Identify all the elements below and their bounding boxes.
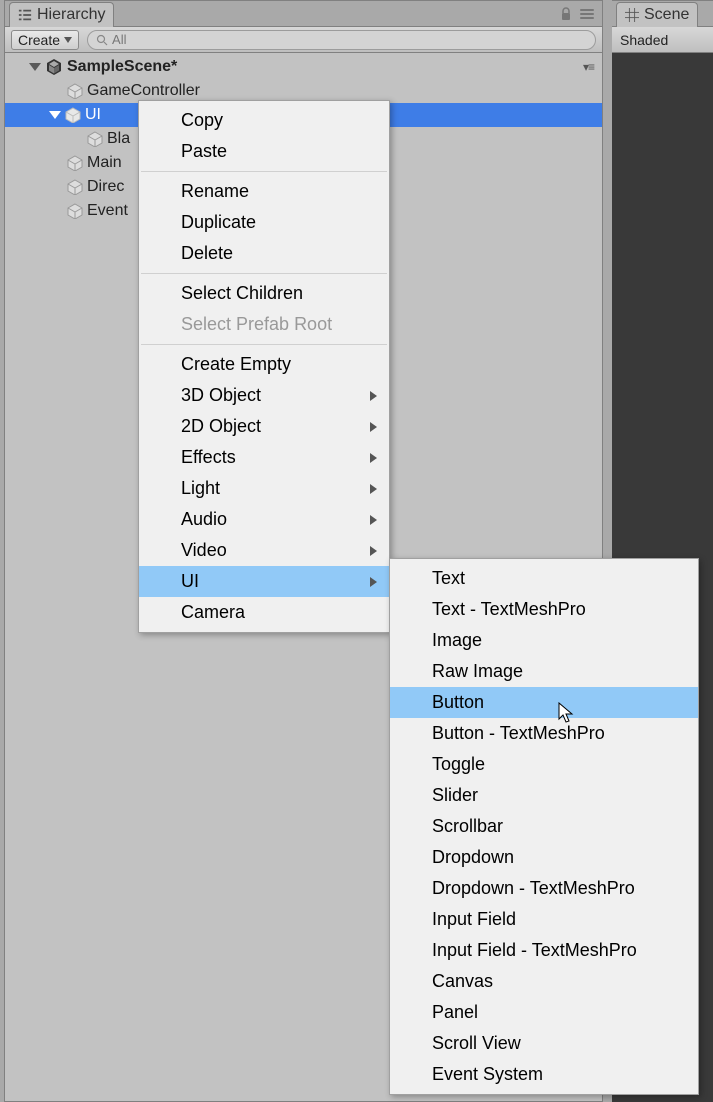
menu-create-empty[interactable]: Create Empty <box>139 349 389 380</box>
ui-submenu: Text Text - TextMeshPro Image Raw Image … <box>389 558 699 1095</box>
menu-separator <box>141 171 387 172</box>
menu-ui[interactable]: UI <box>139 566 389 597</box>
submenu-raw-image[interactable]: Raw Image <box>390 656 698 687</box>
submenu-text-tmp[interactable]: Text - TextMeshPro <box>390 594 698 625</box>
submenu-dropdown[interactable]: Dropdown <box>390 842 698 873</box>
tree-item-label: Direc <box>87 178 124 196</box>
submenu-scroll-view[interactable]: Scroll View <box>390 1028 698 1059</box>
submenu-canvas[interactable]: Canvas <box>390 966 698 997</box>
submenu-text[interactable]: Text <box>390 563 698 594</box>
menu-light[interactable]: Light <box>139 473 389 504</box>
tree-item-label: GameController <box>87 82 200 100</box>
hierarchy-tab[interactable]: Hierarchy <box>9 2 114 27</box>
gameobject-icon <box>65 107 81 123</box>
menu-copy[interactable]: Copy <box>139 105 389 136</box>
menu-3d-object[interactable]: 3D Object <box>139 380 389 411</box>
submenu-dropdown-tmp[interactable]: Dropdown - TextMeshPro <box>390 873 698 904</box>
menu-duplicate[interactable]: Duplicate <box>139 207 389 238</box>
gameobject-icon <box>67 179 83 195</box>
scene-tab-label: Scene <box>644 6 689 24</box>
submenu-input-field-tmp[interactable]: Input Field - TextMeshPro <box>390 935 698 966</box>
scene-row[interactable]: SampleScene* ▾≡ <box>5 55 602 79</box>
create-button[interactable]: Create <box>11 30 79 50</box>
panel-menu-icon[interactable] <box>580 8 594 20</box>
submenu-image[interactable]: Image <box>390 625 698 656</box>
shading-mode-label[interactable]: Shaded <box>620 32 668 48</box>
submenu-input-field[interactable]: Input Field <box>390 904 698 935</box>
foldout-icon[interactable] <box>29 63 41 71</box>
unity-icon <box>45 58 63 76</box>
menu-video[interactable]: Video <box>139 535 389 566</box>
menu-rename[interactable]: Rename <box>139 176 389 207</box>
submenu-arrow-icon <box>370 546 377 556</box>
hierarchy-tab-bar: Hierarchy <box>5 1 602 27</box>
submenu-arrow-icon <box>370 453 377 463</box>
scene-grid-icon <box>625 8 639 22</box>
tree-item-label: UI <box>85 106 101 124</box>
search-input[interactable]: All <box>87 30 596 50</box>
submenu-button[interactable]: Button <box>390 687 698 718</box>
chevron-down-icon <box>64 37 72 43</box>
hierarchy-toolbar: Create All <box>5 27 602 53</box>
context-menu: Copy Paste Rename Duplicate Delete Selec… <box>138 100 390 633</box>
submenu-arrow-icon <box>370 577 377 587</box>
foldout-icon[interactable] <box>49 111 61 119</box>
menu-audio[interactable]: Audio <box>139 504 389 535</box>
lock-icon[interactable] <box>560 7 572 21</box>
scene-name: SampleScene* <box>67 58 177 76</box>
menu-effects[interactable]: Effects <box>139 442 389 473</box>
submenu-event-system[interactable]: Event System <box>390 1059 698 1090</box>
submenu-button-tmp[interactable]: Button - TextMeshPro <box>390 718 698 749</box>
search-icon <box>96 34 108 46</box>
tree-item-label: Event <box>87 202 128 220</box>
search-placeholder: All <box>112 32 126 47</box>
submenu-toggle[interactable]: Toggle <box>390 749 698 780</box>
gameobject-icon <box>87 131 103 147</box>
submenu-arrow-icon <box>370 515 377 525</box>
submenu-slider[interactable]: Slider <box>390 780 698 811</box>
cursor-icon <box>558 702 576 724</box>
menu-separator <box>141 344 387 345</box>
menu-select-prefab-root: Select Prefab Root <box>139 309 389 340</box>
gameobject-icon <box>67 83 83 99</box>
submenu-panel[interactable]: Panel <box>390 997 698 1028</box>
menu-separator <box>141 273 387 274</box>
gameobject-icon <box>67 155 83 171</box>
hierarchy-icon <box>18 8 32 22</box>
submenu-arrow-icon <box>370 484 377 494</box>
menu-2d-object[interactable]: 2D Object <box>139 411 389 442</box>
tree-item-label: Bla <box>107 130 130 148</box>
scene-tab[interactable]: Scene <box>616 2 698 27</box>
hierarchy-tab-label: Hierarchy <box>37 6 105 24</box>
menu-delete[interactable]: Delete <box>139 238 389 269</box>
scene-options-icon[interactable]: ▾≡ <box>583 60 594 74</box>
submenu-arrow-icon <box>370 422 377 432</box>
hierarchy-tab-right <box>560 1 602 26</box>
menu-camera[interactable]: Camera <box>139 597 389 628</box>
scene-toolbar: Shaded <box>612 27 713 53</box>
tree-item-label: Main <box>87 154 122 172</box>
menu-paste[interactable]: Paste <box>139 136 389 167</box>
gameobject-icon <box>67 203 83 219</box>
create-button-label: Create <box>18 32 60 48</box>
submenu-scrollbar[interactable]: Scrollbar <box>390 811 698 842</box>
menu-select-children[interactable]: Select Children <box>139 278 389 309</box>
scene-tab-bar: Scene <box>612 1 713 27</box>
submenu-arrow-icon <box>370 391 377 401</box>
